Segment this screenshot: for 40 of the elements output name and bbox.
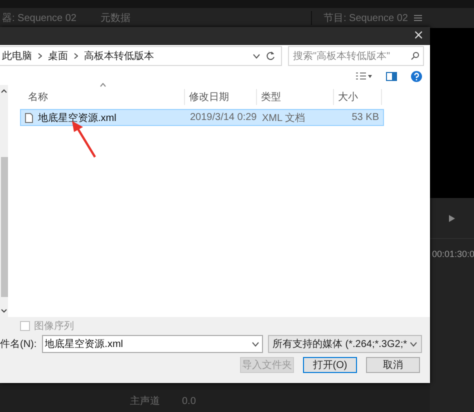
chevron-down-icon[interactable] — [252, 342, 259, 347]
play-icon[interactable] — [449, 214, 455, 222]
preview-pane-icon[interactable] — [386, 72, 397, 80]
file-date: 2019/3/14 0:29 — [189, 112, 258, 123]
menu-icon[interactable] — [414, 15, 422, 21]
refresh-icon[interactable] — [266, 51, 275, 61]
file-name-label: 件名(N): — [0, 338, 37, 351]
scroll-up-icon[interactable] — [1, 89, 7, 93]
chevron-down-icon[interactable] — [253, 54, 260, 58]
breadcrumb-item[interactable]: 高板本转低版本 — [84, 49, 154, 63]
search-icon — [411, 52, 419, 60]
file-type-dropdown[interactable]: 所有支持的媒体 (*.264;*.3G2;* — [268, 335, 422, 353]
file-type: XML 文档 — [261, 112, 306, 124]
open-button[interactable]: 打开(O) — [303, 357, 357, 373]
track-label: 主声道 — [130, 394, 160, 408]
timecode: 00:01:30:0 — [431, 248, 474, 259]
file-name: 地底星空资源.xml — [38, 112, 116, 124]
file-row[interactable]: 地底星空资源.xml 2019/3/14 0:29 XML 文档 53 KB — [20, 109, 384, 126]
column-header[interactable]: 修改日期 — [185, 90, 229, 104]
column-header[interactable]: 大小 — [334, 90, 358, 104]
scroll-down-icon[interactable] — [1, 309, 7, 313]
track-value: 0.0 — [182, 396, 196, 406]
chevron-right-icon — [74, 53, 78, 59]
close-button[interactable]: × — [407, 28, 430, 44]
cancel-button[interactable]: 取消 — [366, 357, 420, 373]
file-name-field[interactable]: 地底星空资源.xml — [42, 335, 263, 353]
sort-caret-icon — [100, 83, 106, 87]
view-options-icon[interactable] — [356, 72, 372, 80]
file-size: 53 KB — [350, 112, 380, 123]
scrollbar-thumb[interactable] — [0, 157, 8, 297]
address-bar[interactable]: 此电脑 桌面 高板本转低版本 — [0, 46, 282, 66]
chevron-right-icon — [38, 53, 42, 59]
column-header[interactable]: 类型 — [257, 90, 281, 104]
column-header[interactable]: 名称 — [24, 90, 48, 104]
breadcrumb-item[interactable]: 此电脑 — [2, 49, 32, 63]
chevron-down-icon — [410, 342, 417, 346]
help-icon[interactable] — [411, 70, 422, 82]
document-icon — [25, 112, 33, 122]
checkbox-label: 图像序列 — [34, 320, 74, 333]
breadcrumb-item[interactable]: 桌面 — [48, 49, 68, 63]
